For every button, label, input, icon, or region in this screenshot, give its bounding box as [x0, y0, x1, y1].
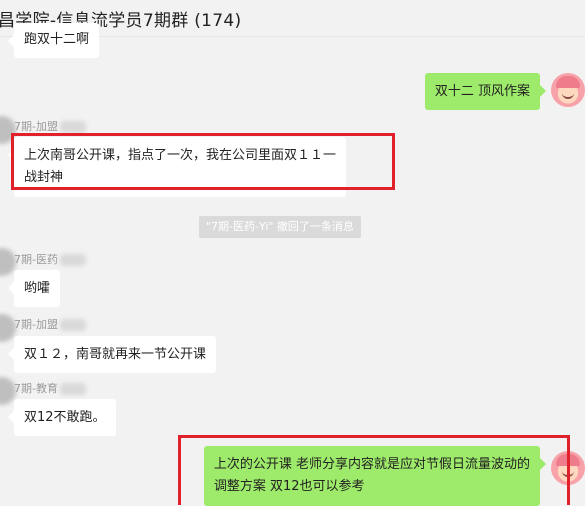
message-bubble[interactable]: 双12不敢跑。 [8, 399, 116, 436]
highlight-box [11, 133, 395, 190]
sender-name: 7期-医药 [14, 251, 86, 267]
message-text: 双12不敢跑。 [24, 410, 106, 425]
message-text: 双十二 顶风作案 [434, 84, 530, 99]
blurred-name-suffix [59, 319, 86, 331]
highlight-box [178, 435, 570, 505]
blurred-name-suffix [59, 254, 86, 266]
sender-name: 7期-加盟 [14, 118, 86, 134]
message-text: 双１２，南哥就再来一节公开课 [24, 347, 207, 362]
recall-notice: "7期-医药-Yi" 撤回了一条消息 [199, 216, 361, 238]
message-text: 跑双十二啊 [24, 32, 90, 47]
message-bubble[interactable]: 双十二 顶风作案 [424, 73, 547, 110]
blurred-name-suffix [59, 383, 86, 395]
my-avatar[interactable] [551, 73, 585, 107]
message-text: 哟嚯 [24, 281, 51, 296]
message-bubble[interactable]: 跑双十二啊 [7, 23, 100, 58]
message-bubble[interactable]: 双１２，南哥就再来一节公开课 [7, 336, 217, 373]
sender-name: 7期-加盟 [14, 316, 86, 332]
sender-name: 7期-教育 [14, 380, 86, 396]
message-list[interactable]: 跑双十二啊 双十二 顶风作案 7期-加盟 上次南哥公开课，指点了一次，我在公司里… [0, 23, 585, 506]
message-bubble[interactable]: 哟嚯 [7, 270, 61, 307]
blurred-name-suffix [59, 121, 86, 133]
